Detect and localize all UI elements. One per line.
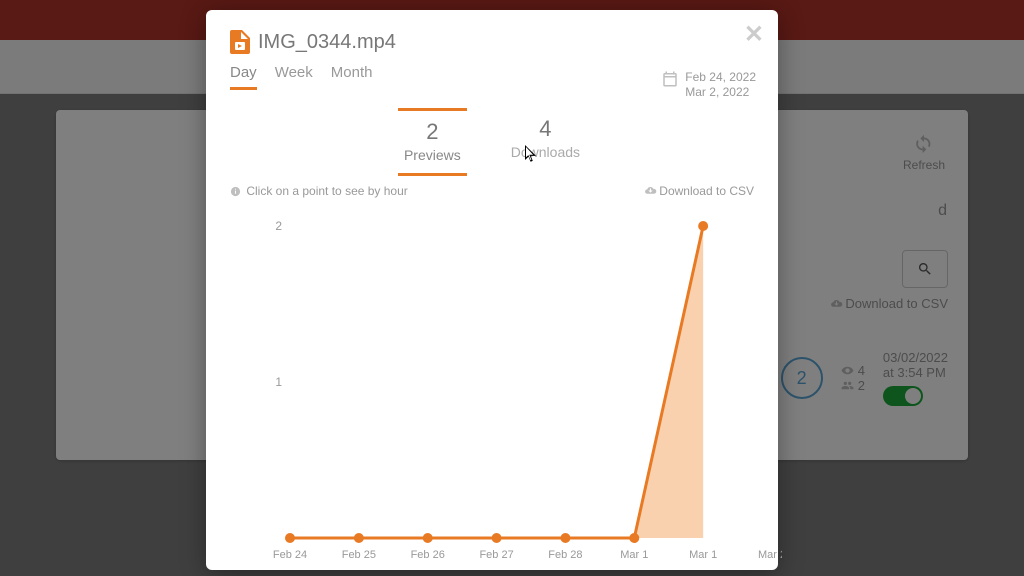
close-button[interactable]: ✕ [744,20,764,49]
svg-text:Feb 28: Feb 28 [548,549,582,561]
metric-previews[interactable]: 2 Previews [398,108,467,176]
cloud-download-icon [644,184,657,197]
tab-day[interactable]: Day [230,64,257,90]
stats-modal: ✕ IMG_0344.mp4 Day Week Month Feb 24, 20… [206,10,778,570]
tab-month[interactable]: Month [331,64,373,90]
svg-text:Feb 27: Feb 27 [479,549,513,561]
file-title: IMG_0344.mp4 [230,30,754,54]
date-to: Mar 2, 2022 [685,85,756,100]
hint-text: Click on a point to see by hour [230,184,408,198]
info-icon [230,186,241,197]
video-file-icon [230,30,250,54]
svg-text:Mar 2: Mar 2 [758,549,782,561]
svg-text:1: 1 [275,375,282,389]
tab-week[interactable]: Week [275,64,313,90]
filename-text: IMG_0344.mp4 [258,31,396,54]
download-csv-link[interactable]: Download to CSV [644,184,754,198]
date-range: Feb 24, 2022 Mar 2, 2022 [661,70,756,100]
svg-text:Mar 1: Mar 1 [689,549,717,561]
calendar-icon [661,70,679,88]
metric-tabs: 2 Previews 4 Downloads [230,108,754,176]
metric-downloads[interactable]: 4 Downloads [505,108,586,176]
chart[interactable]: 1 2 Feb 24 Feb 25 Feb 26 Feb 27 Feb 28 Mar 1 Mar… [250,208,734,568]
svg-text:Mar 1: Mar 1 [620,549,648,561]
svg-text:Feb 24: Feb 24 [273,549,307,561]
hint-row: Click on a point to see by hour Download… [230,184,754,198]
svg-text:2: 2 [275,219,282,233]
date-from: Feb 24, 2022 [685,70,756,85]
svg-text:Feb 25: Feb 25 [342,549,376,561]
svg-text:Feb 26: Feb 26 [411,549,445,561]
